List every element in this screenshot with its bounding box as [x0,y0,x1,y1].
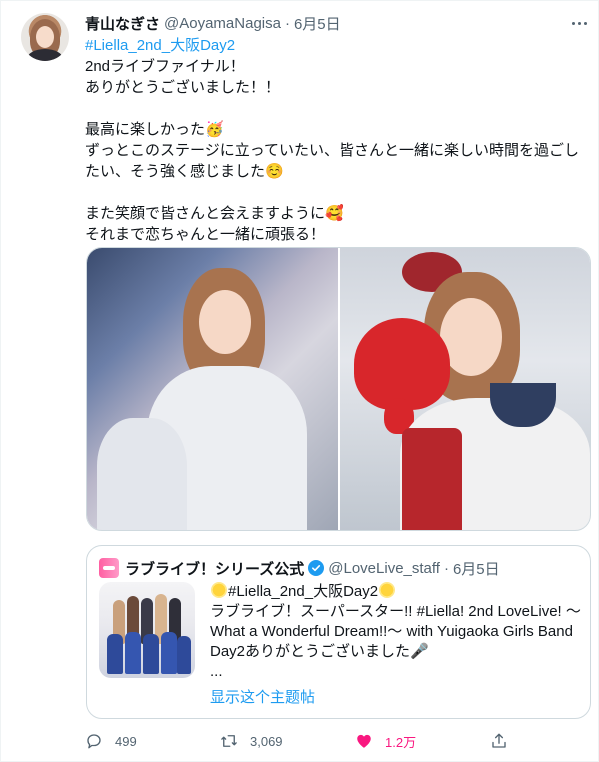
tweet-text-spacer [85,182,585,203]
quoted-header-separator: · [443,559,449,577]
tweet-text-line: たい、そう強く感じました☺️ [85,163,284,180]
tweet-hashtag[interactable]: #Liella_2nd_大阪Day2 [85,35,585,56]
author-handle[interactable]: @AoyamaNagisa [164,15,281,32]
show-thread-link[interactable]: 显示这个主题帖 [210,686,315,707]
quoted-tweet-thumbnail [99,582,195,678]
tweet-date[interactable]: 6月5日 [294,13,341,34]
reply-count: 499 [115,733,137,749]
quoted-text-line: ラブライブ！スーパースター!! #Liella! 2nd LoveLive! 〜 [210,603,581,620]
quoted-tweet-text: #Liella_2nd_大阪Day2 ラブライブ！スーパースター!! #Liel… [210,582,582,682]
share-icon [492,733,506,748]
tweet-text-line: 最高に楽しかった🥳 [85,121,224,138]
tweet-media-grid [86,247,591,531]
reply-icon [87,734,101,749]
more-horizontal-icon[interactable] [567,11,591,35]
heart-filled-icon [357,734,371,748]
tweet-text-spacer [85,98,585,119]
tweet-text: #Liella_2nd_大阪Day2 2ndライブファイナル！ ありがとうござい… [85,35,585,245]
like-count: 1.2万 [385,734,417,750]
tweet-text-line: 2ndライブファイナル！ [85,58,245,75]
quoted-hashtag: #Liella_2nd_大阪Day2 [228,583,379,600]
reply-button[interactable]: 499 [85,729,137,753]
author-avatar[interactable] [21,13,69,61]
quoted-tweet-date: 6月5日 [452,560,500,578]
quoted-text-line: Day2ありがとうございました🎤 [210,643,429,660]
header-separator: · [284,14,290,32]
tweet-header: 青山なぎさ @AoyamaNagisa · 6月5日 [85,13,341,33]
star-emoji-icon [211,582,227,598]
author-display-name[interactable]: 青山なぎさ [85,13,160,34]
quoted-tweet[interactable]: ラブライブ！シリーズ公式 @LoveLive_staff · 6月5日 #Lie… [86,545,591,719]
tweet-text-line: それまで恋ちゃんと一緒に頑張る！ [85,226,326,243]
tweet-text-line: また笑顔で皆さんと会えますように🥰 [85,205,344,222]
quoted-text-line: What a Wonderful Dream!!〜 with Yuigaoka … [210,623,573,640]
quoted-text-ellipsis: ... [210,663,223,680]
share-button[interactable] [490,729,520,753]
tweet-card: 青山なぎさ @AoyamaNagisa · 6月5日 #Liella_2nd_大… [0,0,599,762]
tweet-text-line: ずっとこのステージに立っていたい、皆さんと一緒に楽しい時間を過ごし [85,142,579,159]
quoted-author-handle: @LoveLive_staff [328,559,440,577]
quoted-text-line: #Liella_2nd_大阪Day2 [210,582,582,602]
tweet-actions: 499 3,069 1.2万 [85,729,525,753]
tweet-text-line: ありがとうございました！！ [85,79,281,96]
retweet-button[interactable]: 3,069 [220,729,283,753]
verified-badge-icon [308,560,325,576]
quoted-author-name: ラブライブ！シリーズ公式 [125,560,305,578]
tweet-photo-1[interactable] [87,248,338,530]
quoted-author-avatar [99,558,119,578]
tweet-photo-2[interactable] [340,248,590,530]
like-button[interactable]: 1.2万 [355,729,416,753]
star-emoji-icon [379,582,396,598]
quoted-tweet-header: ラブライブ！シリーズ公式 @LoveLive_staff · 6月5日 [99,558,500,578]
retweet-icon [221,735,237,747]
retweet-count: 3,069 [250,733,283,749]
